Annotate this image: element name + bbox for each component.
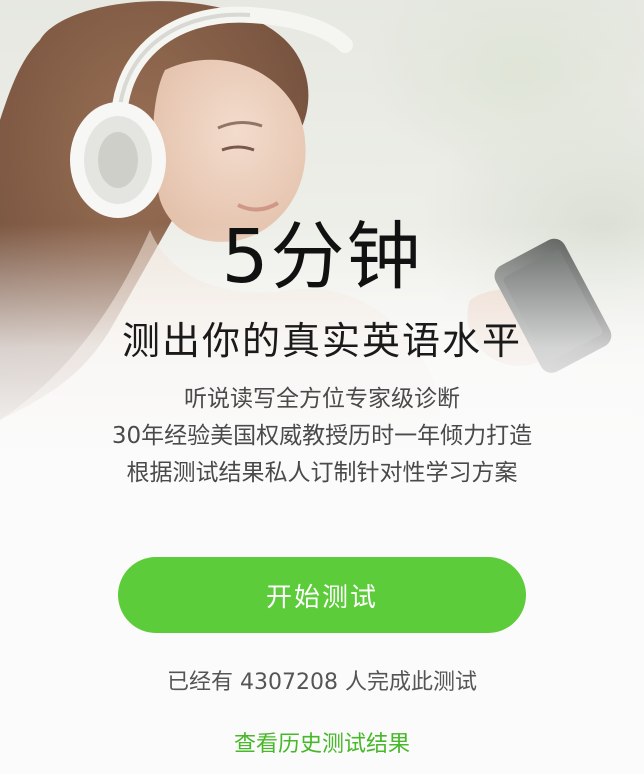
hero-title: 5分钟 [221,214,423,300]
feature-line-1: 听说读写全方位专家级诊断 [184,386,460,412]
count-suffix: 人完成此测试 [344,670,477,695]
hero-subtitle: 测出你的真实英语水平 [121,319,522,363]
feature-line-2: 30年经验美国权威教授历时一年倾力打造 [111,423,533,449]
start-test-button[interactable]: 开始测试 [118,557,526,633]
completion-count: 已经有 4307208 人完成此测试 [0,668,644,698]
view-history-link[interactable]: 查看历史测试结果 [0,730,644,760]
count-prefix: 已经有 [166,670,233,695]
test-landing-screen: 5分钟 测出你的真实英语水平 听说读写全方位专家级诊断 30年经验美国权威教授历… [0,0,644,774]
feature-line-3: 根据测试结果私人订制针对性学习方案 [126,460,518,486]
count-number: 4307208 [240,670,338,695]
